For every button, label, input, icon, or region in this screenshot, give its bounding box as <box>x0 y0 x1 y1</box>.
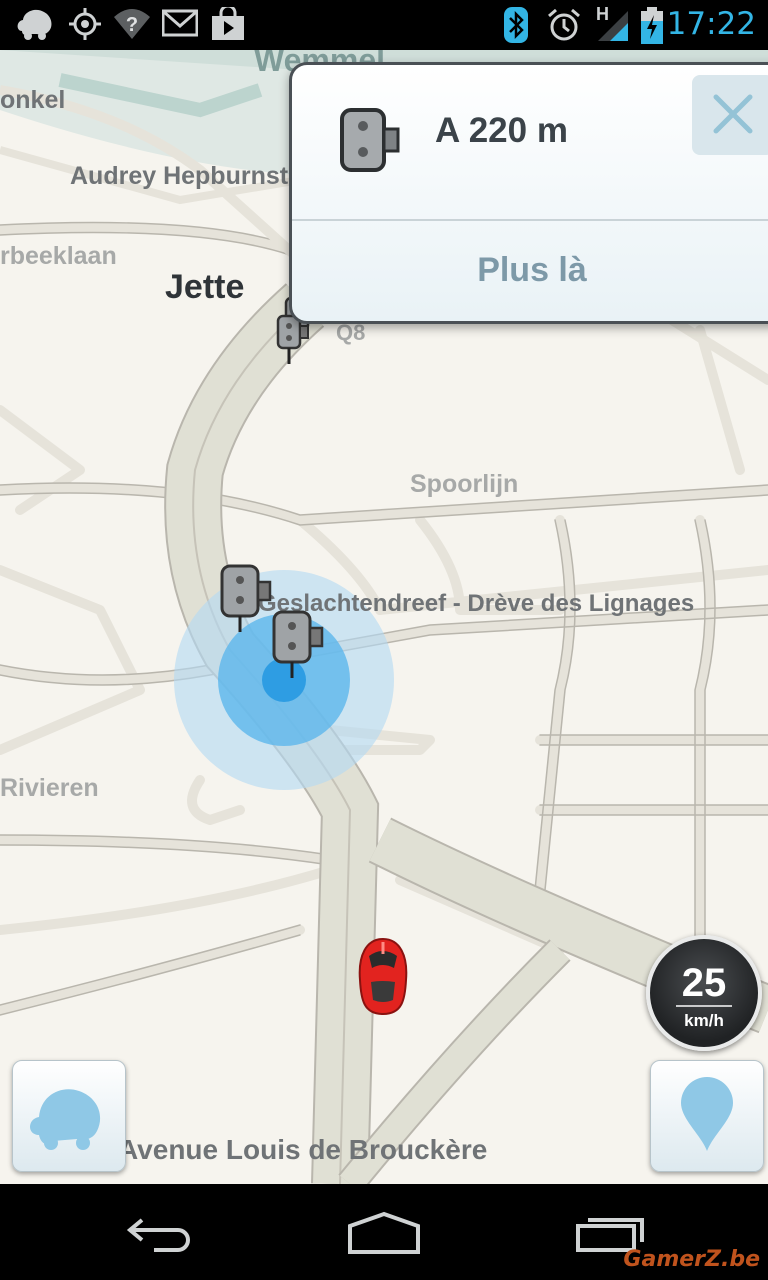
gmail-icon <box>162 9 198 37</box>
alert-divider <box>292 219 768 221</box>
location-pin-icon <box>681 1077 733 1151</box>
status-time: 17:22 <box>666 6 756 42</box>
navigation-bar: GamerZ.be <box>0 1184 768 1280</box>
speedometer: 25 km/h <box>646 935 762 1051</box>
signal-icon <box>598 11 628 41</box>
home-icon[interactable] <box>346 1210 422 1256</box>
alert-title: A 220 m <box>435 111 568 150</box>
map-label-beeklaan: rbeeklaan <box>0 242 117 270</box>
play-store-icon <box>212 7 244 40</box>
status-bar: ? H 17:22 <box>0 0 768 50</box>
bluetooth-icon <box>504 7 528 43</box>
map-label-avenue: Avenue Louis de Brouckère <box>118 1134 488 1165</box>
gps-icon <box>69 8 101 40</box>
map-label-onkel: onkel <box>0 86 66 114</box>
speed-camera-icon <box>340 108 400 172</box>
close-button[interactable] <box>692 75 768 155</box>
speed-camera-marker[interactable] <box>264 610 326 680</box>
battery-charging-icon <box>641 7 663 44</box>
car-icon <box>358 937 408 1016</box>
map-label-audrey: Audrey Hepburnstr <box>70 162 298 190</box>
alert-popup: A 220 m Plus là <box>289 62 768 324</box>
waze-menu-icon <box>30 1089 101 1150</box>
alarm-icon <box>548 8 580 41</box>
back-icon[interactable] <box>124 1212 196 1256</box>
more-button[interactable]: Plus là <box>292 251 768 290</box>
speed-value: 25 <box>681 961 727 1005</box>
waze-notification-icon <box>17 9 52 40</box>
wifi-unknown-icon: ? <box>114 9 150 39</box>
speed-divider <box>676 1005 732 1007</box>
map-label-jette: Jette <box>165 268 245 306</box>
location-button[interactable] <box>650 1060 764 1172</box>
speed-camera-marker[interactable] <box>264 314 314 384</box>
map-label-spoorlijn: Spoorlijn <box>410 470 519 498</box>
svg-text:?: ? <box>126 14 138 36</box>
watermark: GamerZ.be <box>623 1247 760 1272</box>
map-label-rivieren: Rivieren <box>0 774 99 802</box>
close-icon <box>713 94 753 134</box>
menu-button[interactable] <box>12 1060 126 1172</box>
speed-unit: km/h <box>684 1011 724 1030</box>
